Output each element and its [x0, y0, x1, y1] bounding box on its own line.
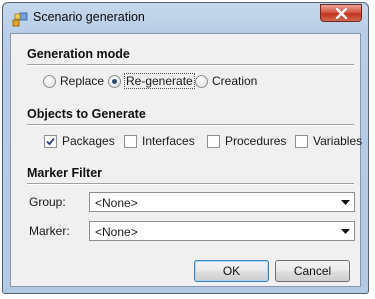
window-title: Scenario generation	[33, 10, 145, 24]
radio-label: Replace	[60, 74, 105, 88]
radio-indicator	[43, 74, 56, 88]
marker-select-value: <None>	[95, 225, 138, 239]
radio-indicator-selected	[108, 74, 121, 88]
radio-label: Re-generate	[124, 73, 195, 89]
checkmark-icon	[46, 137, 55, 145]
objects-heading: Objects to Generate	[27, 107, 146, 121]
checkbox-packages[interactable]: Packages	[44, 134, 115, 148]
checkbox-label: Procedures	[225, 134, 287, 148]
divider	[27, 183, 354, 185]
checkbox-label: Interfaces	[142, 134, 195, 148]
checkbox-interfaces[interactable]: Interfaces	[124, 134, 195, 148]
close-icon	[335, 8, 348, 19]
chevron-down-icon	[341, 200, 350, 205]
marker-select[interactable]: <None>	[89, 221, 355, 241]
radio-creation[interactable]: Creation	[195, 74, 257, 88]
title-bar[interactable]: Scenario generation	[3, 3, 368, 33]
checkbox-indicator	[44, 134, 57, 148]
checkbox-indicator	[207, 134, 220, 148]
radio-label: Creation	[212, 74, 258, 88]
chevron-down-icon	[341, 229, 350, 234]
divider	[27, 124, 354, 126]
radio-replace[interactable]: Replace	[43, 74, 104, 88]
radio-indicator	[195, 74, 208, 88]
generation-mode-heading: Generation mode	[27, 47, 130, 61]
checkbox-label: Variables	[313, 134, 363, 148]
radio-regenerate[interactable]: Re-generate	[108, 73, 195, 89]
checkbox-label: Packages	[62, 134, 115, 148]
group-select-value: <None>	[95, 196, 138, 210]
dialog-content: Generation mode Replace Re-generate Crea…	[10, 33, 362, 287]
checkbox-indicator	[295, 134, 308, 148]
scenario-generation-dialog: Scenario generation Generation mode Repl…	[2, 2, 369, 294]
ok-button[interactable]: OK	[194, 260, 269, 282]
marker-filter-heading: Marker Filter	[27, 166, 103, 180]
checkbox-variables[interactable]: Variables	[295, 134, 362, 148]
group-label: Group:	[29, 195, 66, 209]
cancel-button[interactable]: Cancel	[275, 260, 350, 282]
divider	[27, 64, 354, 66]
app-icon	[12, 11, 28, 27]
checkbox-procedures[interactable]: Procedures	[207, 134, 286, 148]
group-select[interactable]: <None>	[89, 192, 355, 212]
checkbox-indicator	[124, 134, 137, 148]
close-button[interactable]	[320, 4, 362, 22]
marker-label: Marker:	[29, 224, 70, 238]
